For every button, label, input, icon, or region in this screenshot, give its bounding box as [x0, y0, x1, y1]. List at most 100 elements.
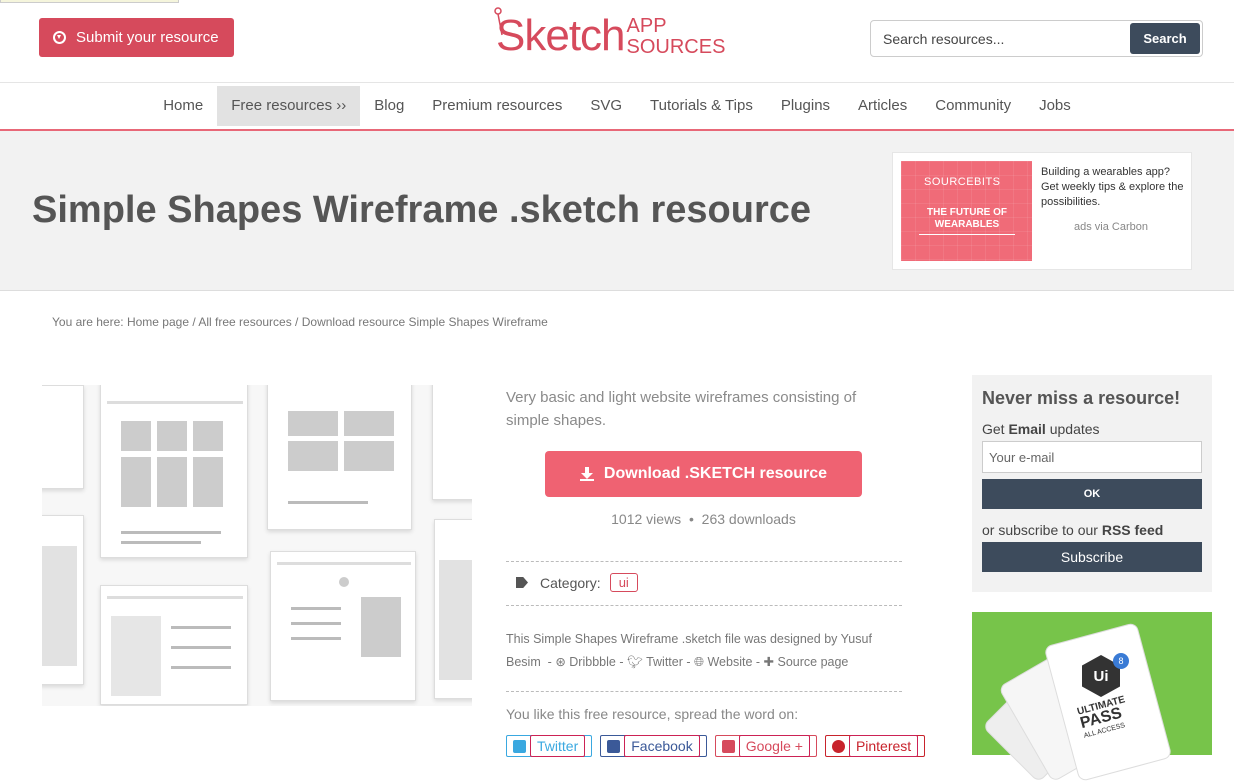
email-updates-label: Get Email updates	[982, 421, 1100, 437]
wireframe-map	[439, 560, 472, 680]
nav-tutorials-tips[interactable]: Tutorials & Tips	[636, 86, 767, 126]
wireframe-block	[111, 616, 161, 696]
wireframe-block	[339, 577, 349, 587]
wireframe-block	[193, 421, 223, 451]
share-pinterest-button[interactable]: Pinterest	[824, 735, 926, 757]
wireframe-thumb	[434, 519, 472, 699]
subscribe-button[interactable]: Subscribe	[982, 542, 1202, 572]
download-label: Download .SKETCH resource	[603, 465, 828, 482]
credit-twitter-link[interactable]: 🐦︎ Twitter	[627, 655, 683, 669]
nav-svg[interactable]: SVG	[576, 86, 636, 126]
wireframe-line	[107, 596, 243, 599]
breadcrumb-prefix: You are here:	[52, 315, 127, 329]
wireframe-block	[344, 441, 394, 471]
twitter-icon	[513, 739, 526, 753]
facebook-icon	[607, 739, 621, 753]
wireframe-thumb	[270, 551, 416, 701]
site-header: Submit your resource Sketch APP SOURCES …	[0, 0, 1234, 83]
page-title: Simple Shapes Wireframe .sketch resource	[32, 189, 811, 231]
credit-website-link[interactable]: 🌐︎ Website	[694, 655, 752, 669]
ad-copy[interactable]: Building a wearables app? Get weekly tip…	[1041, 165, 1186, 210]
wireframe-line	[291, 637, 341, 640]
wireframe-map	[42, 546, 77, 666]
carbon-ad[interactable]: SOURCEBITS THE FUTURE OF WEARABLES Build…	[892, 152, 1192, 270]
wireframe-line	[171, 626, 231, 629]
wireframe-block	[121, 457, 151, 507]
wireframe-block	[288, 411, 338, 436]
submit-resource-button[interactable]: Submit your resource	[39, 18, 234, 57]
nav-free-resources[interactable]: Free resources ››	[217, 86, 361, 126]
share-google-button[interactable]: Google +	[714, 735, 817, 757]
nav-jobs[interactable]: Jobs	[1025, 86, 1085, 126]
download-circle-icon	[53, 31, 66, 44]
credit-source-link[interactable]: ✚ Source page	[764, 655, 849, 669]
breadcrumb-current: Download resource Simple Shapes Wirefram…	[301, 315, 548, 329]
tag-icon	[516, 577, 528, 588]
ad-brand: SOURCEBITS	[924, 176, 1001, 188]
tooltip-strip	[0, 0, 179, 3]
ui8-badge: 8	[1113, 653, 1129, 669]
wireframe-thumb	[100, 385, 248, 558]
breadcrumb-home[interactable]: Home page	[127, 315, 189, 329]
downloads-count: 263 downloads	[701, 511, 796, 527]
divider	[506, 605, 902, 606]
ok-button[interactable]: OK	[982, 479, 1202, 509]
wireframe-line	[171, 646, 231, 649]
search-button[interactable]: Search	[1130, 23, 1200, 54]
wireframe-line	[171, 666, 231, 669]
wireframe-block	[157, 421, 187, 451]
wireframe-thumb	[42, 385, 84, 489]
wireframe-block	[288, 441, 338, 471]
nav-premium-resources[interactable]: Premium resources	[418, 86, 576, 126]
category-label: Category:	[540, 574, 601, 591]
wireframe-block	[361, 597, 401, 657]
wireframe-block	[344, 411, 394, 436]
wireframe-block	[193, 457, 223, 507]
divider	[506, 561, 902, 562]
share-facebook-button[interactable]: Facebook	[600, 735, 707, 757]
share-twitter-button[interactable]: Twitter	[506, 735, 593, 757]
wireframe-thumb	[267, 385, 412, 530]
share-label: You like this free resource, spread the …	[506, 706, 799, 722]
nav-community[interactable]: Community	[921, 86, 1025, 126]
ad-via[interactable]: ads via Carbon	[1041, 221, 1181, 233]
page-hero: Simple Shapes Wireframe .sketch resource…	[0, 131, 1234, 291]
logo-app-text: APP	[626, 15, 667, 37]
logo-node-icon	[494, 7, 503, 36]
rss-link[interactable]: RSS feed	[1102, 522, 1163, 538]
search-input[interactable]	[873, 23, 1130, 54]
wireframe-thumb	[42, 515, 84, 685]
email-field[interactable]	[982, 441, 1202, 473]
logo-main-text: Sketch	[496, 11, 626, 60]
wireframe-line	[291, 622, 341, 625]
wireframe-block	[157, 457, 187, 507]
pinterest-icon	[831, 739, 845, 753]
nav-plugins[interactable]: Plugins	[767, 86, 844, 126]
rss-label: or subscribe to our RSS feed	[982, 522, 1164, 538]
wireframe-line	[121, 531, 221, 534]
resource-description: Very basic and light website wireframes …	[506, 389, 857, 429]
wireframe-line	[107, 401, 243, 404]
wireframe-thumb	[100, 585, 248, 705]
ad-image[interactable]: SOURCEBITS THE FUTURE OF WEARABLES	[901, 161, 1032, 261]
wireframe-line	[291, 607, 341, 610]
resource-preview-image[interactable]	[42, 385, 472, 706]
google-plus-icon	[721, 739, 735, 753]
share-buttons: Twitter Facebook Google + Pinterest	[506, 735, 926, 757]
breadcrumb-free[interactable]: All free resources	[198, 315, 291, 329]
views-count: 1012 views	[611, 511, 682, 527]
breadcrumb-sep: /	[291, 315, 302, 329]
download-button[interactable]: Download .SKETCH resource	[545, 451, 862, 497]
nav-blog[interactable]: Blog	[360, 86, 418, 126]
nav-articles[interactable]: Articles	[844, 86, 921, 126]
category-badge[interactable]: ui	[609, 573, 638, 592]
site-logo[interactable]: Sketch APP SOURCES	[494, 5, 726, 67]
search-form: Search	[870, 20, 1203, 57]
logo-sub-text: APP SOURCES	[627, 16, 726, 58]
main-nav: Home Free resources ›› Blog Premium reso…	[0, 83, 1234, 131]
credit-dribbble-link[interactable]: ⊛ Dribbble	[555, 655, 616, 669]
divider	[506, 691, 902, 692]
nav-home[interactable]: Home	[149, 86, 217, 126]
stats-separator: •	[688, 511, 694, 527]
logo-sources-text: SOURCES	[626, 36, 726, 58]
